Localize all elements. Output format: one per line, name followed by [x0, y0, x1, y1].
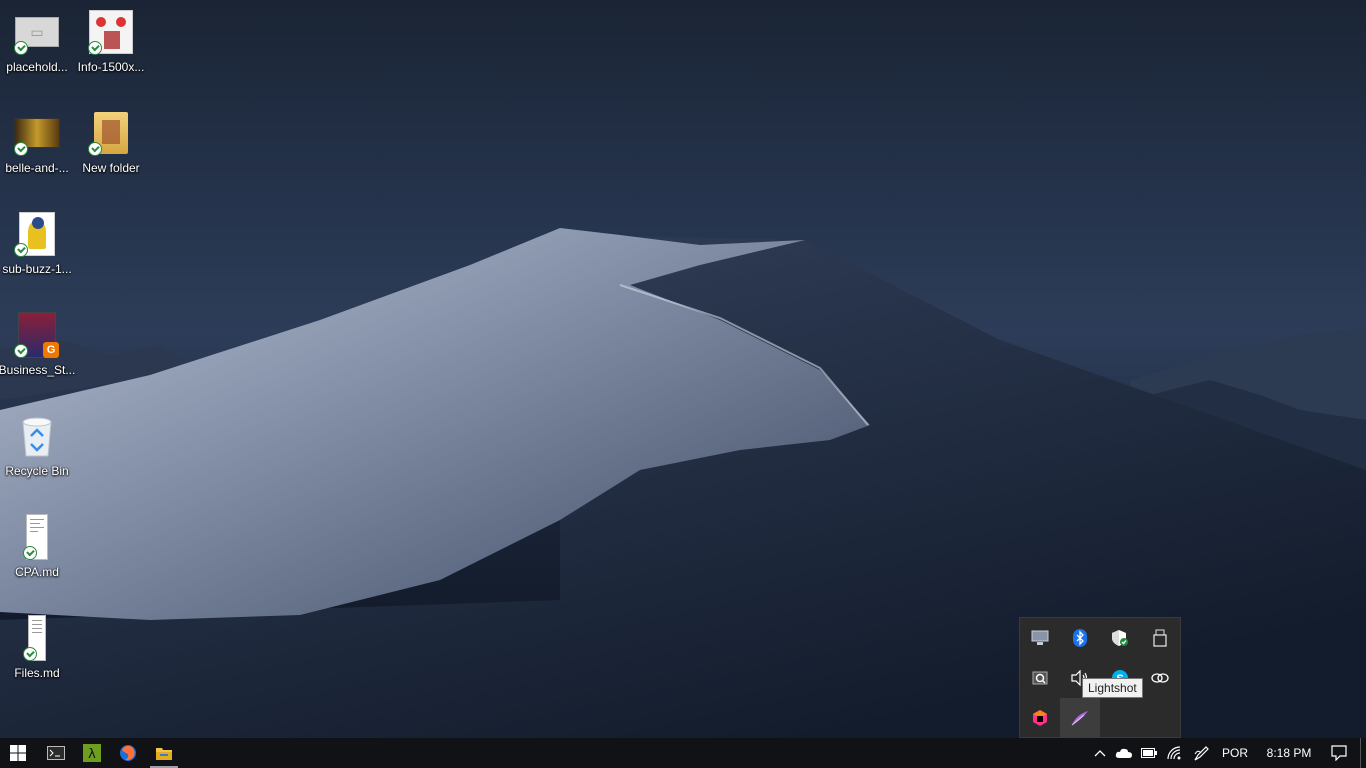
- magnifier-icon[interactable]: [1020, 658, 1060, 698]
- desktop-icon-info[interactable]: Info-1500x...: [74, 4, 148, 100]
- desktop-icon-label: sub-buzz-1...: [2, 262, 72, 276]
- network-tray[interactable]: [1162, 738, 1188, 768]
- desktop-icon-label: CPA.md: [15, 565, 59, 579]
- firefox-icon: [120, 745, 136, 761]
- lambda-icon: λ: [83, 744, 101, 762]
- sync-check-icon: [14, 41, 28, 55]
- taskbar-lambda-app[interactable]: λ: [74, 738, 110, 768]
- desktop-icon-label: placehold...: [6, 60, 68, 74]
- sync-check-icon: [88, 41, 102, 55]
- folder-icon: [87, 109, 135, 157]
- monitor-icon[interactable]: [1020, 618, 1060, 658]
- battery-tray[interactable]: [1136, 738, 1162, 768]
- clock[interactable]: 8:18 PM: [1260, 738, 1318, 768]
- battery-icon: [1141, 748, 1157, 758]
- image-file-icon: [87, 8, 135, 56]
- file-explorer-icon: [156, 748, 172, 760]
- text-file-icon: [13, 614, 61, 662]
- empty-slot: [1140, 698, 1180, 738]
- show-hidden-icons-button[interactable]: [1088, 738, 1112, 768]
- notification-icon: [1331, 745, 1347, 761]
- svg-text:λ: λ: [88, 747, 96, 762]
- taskbar-terminal[interactable]: [38, 738, 74, 768]
- link-icon[interactable]: [1140, 658, 1180, 698]
- usb-drive-icon[interactable]: [1140, 618, 1180, 658]
- sync-check-icon: [14, 142, 28, 156]
- cloud-icon: [1115, 748, 1132, 758]
- jetbrains-toolbox-icon[interactable]: [1020, 698, 1060, 738]
- sync-check-icon: [14, 344, 28, 358]
- recycle-bin-icon: [13, 412, 61, 460]
- start-button[interactable]: [0, 738, 36, 768]
- sync-check-icon: [23, 546, 37, 560]
- desktop-icon-business-startup[interactable]: G Business_St...: [0, 307, 76, 403]
- wifi-icon: [1167, 746, 1181, 760]
- desktop-icon-label: Recycle Bin: [5, 464, 69, 478]
- desktop-icon-label: New folder: [82, 161, 140, 175]
- onedrive-tray[interactable]: [1112, 738, 1136, 768]
- image-file-icon: [13, 210, 61, 258]
- desktop-icon-label: Business_St...: [0, 363, 76, 377]
- text-file-icon: [13, 513, 61, 561]
- chevron-up-icon: [1094, 750, 1106, 757]
- desktop-icon-label: Info-1500x...: [77, 60, 145, 74]
- sync-check-icon: [88, 142, 102, 156]
- desktop-icon-sub-buzz[interactable]: sub-buzz-1...: [0, 206, 74, 302]
- security-shield-icon[interactable]: [1100, 618, 1140, 658]
- windows-logo-icon: [10, 745, 26, 761]
- desktop-icon-new-folder[interactable]: New folder: [74, 105, 148, 201]
- desktop-icon-label: Files.md: [14, 666, 60, 680]
- action-center-button[interactable]: [1318, 738, 1360, 768]
- desktop-icon-label: belle-and-...: [5, 161, 69, 175]
- document-icon: G: [13, 311, 61, 359]
- desktop-icon-placeholder[interactable]: ▭ placehold...: [0, 4, 74, 100]
- lightshot-feather-icon[interactable]: [1060, 698, 1100, 738]
- desktop[interactable]: ▭ placehold... Info-1500x... belle-and-.…: [0, 0, 1366, 738]
- empty-slot: [1100, 698, 1140, 738]
- taskbar: λ POR 8:18 PM: [0, 738, 1366, 768]
- desktop-icon-recycle-bin[interactable]: Recycle Bin: [0, 408, 74, 504]
- taskbar-firefox[interactable]: [110, 738, 146, 768]
- image-file-icon: [13, 109, 61, 157]
- input-language[interactable]: POR: [1216, 738, 1254, 768]
- system-tray: POR 8:18 PM: [1088, 738, 1366, 768]
- bluetooth-icon[interactable]: [1060, 618, 1100, 658]
- terminal-icon: [47, 746, 65, 760]
- pen-workspace-tray[interactable]: [1188, 738, 1216, 768]
- sync-check-icon: [14, 243, 28, 257]
- sync-check-icon: [23, 647, 37, 661]
- tray-tooltip: Lightshot: [1082, 678, 1143, 698]
- image-file-icon: ▭: [13, 8, 61, 56]
- desktop-icon-belle[interactable]: belle-and-...: [0, 105, 74, 201]
- desktop-icon-cpa-md[interactable]: CPA.md: [0, 509, 74, 605]
- pen-icon: [1194, 746, 1209, 761]
- desktop-icon-files-md[interactable]: Files.md: [0, 610, 74, 706]
- show-desktop-button[interactable]: [1360, 738, 1366, 768]
- taskbar-file-explorer[interactable]: [146, 738, 182, 768]
